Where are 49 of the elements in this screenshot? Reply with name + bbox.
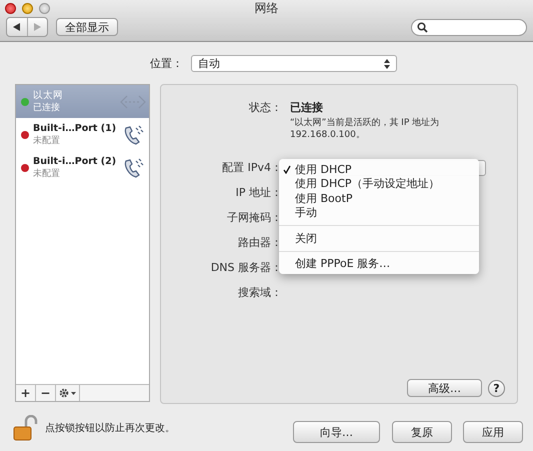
minimize-window-button[interactable]	[22, 3, 33, 14]
window-title: 网络	[254, 0, 278, 17]
service-list-item[interactable]: Built-i…Port (2) 未配置	[16, 151, 149, 184]
telephone-icon	[122, 122, 146, 146]
field-label: DNS 服务器：	[210, 260, 282, 275]
menu-item[interactable]: 使用 BootP	[279, 191, 479, 206]
gear-icon	[58, 388, 76, 398]
search-field[interactable]	[411, 18, 527, 36]
close-window-button[interactable]	[5, 3, 16, 14]
telephone-icon	[122, 156, 146, 180]
checkmark-icon	[283, 164, 291, 174]
footer-button[interactable]: 应用	[463, 421, 523, 443]
menu-item[interactable]: 使用 DHCP	[279, 162, 479, 176]
footer-button[interactable]: 复原	[392, 421, 452, 443]
location-popup[interactable]: 自动	[191, 55, 397, 72]
field-label: 路由器：	[237, 235, 282, 250]
right-triangle-icon	[34, 23, 41, 31]
field-label: 搜索域：	[237, 285, 282, 300]
service-status: 已连接	[33, 102, 60, 114]
field-label: 子网掩码：	[226, 210, 282, 225]
remove-service-button[interactable]: −	[36, 385, 56, 401]
field-label: 配置 IPv4：	[221, 160, 282, 175]
up-down-arrows-icon	[384, 58, 390, 68]
search-icon	[417, 22, 428, 32]
service-status: 未配置	[33, 168, 60, 180]
footer-button[interactable]: 向导…	[293, 421, 380, 443]
service-list-item[interactable]: Built-i…Port (1) 未配置	[16, 118, 149, 151]
advanced-button[interactable]: 高级…	[407, 379, 482, 397]
status-description: “以太网”当前是活跃的，其 IP 地址为 192.168.0.100。	[290, 117, 440, 141]
status-value: 已连接	[290, 100, 324, 114]
menu-item[interactable]: 使用 DHCP（手动设定地址）	[279, 176, 479, 191]
ethernet-arrows-icon	[120, 92, 146, 110]
show-all-button[interactable]: 全部显示	[56, 18, 118, 36]
status-label: 状态：	[248, 100, 282, 114]
menu-item[interactable]: 关闭	[279, 231, 479, 246]
service-status: 未配置	[33, 135, 60, 147]
service-name: Built-i…Port (1)	[33, 122, 116, 135]
service-name: Built-i…Port (2)	[33, 155, 116, 168]
menu-item[interactable]: 创建 PPPoE 服务…	[279, 256, 479, 271]
open-padlock-icon[interactable]	[13, 415, 39, 441]
field-label: IP 地址：	[234, 185, 282, 200]
help-button[interactable]: ?	[488, 380, 505, 396]
add-service-button[interactable]: +	[16, 385, 36, 401]
zoom-window-button[interactable]	[39, 3, 50, 14]
menu-item[interactable]: 手动	[279, 206, 479, 220]
lock-hint: 点按锁按钮以防止再次更改。	[45, 422, 175, 435]
left-triangle-icon	[13, 23, 20, 31]
service-name: 以太网	[33, 89, 63, 102]
location-label: 位置：	[150, 56, 183, 71]
